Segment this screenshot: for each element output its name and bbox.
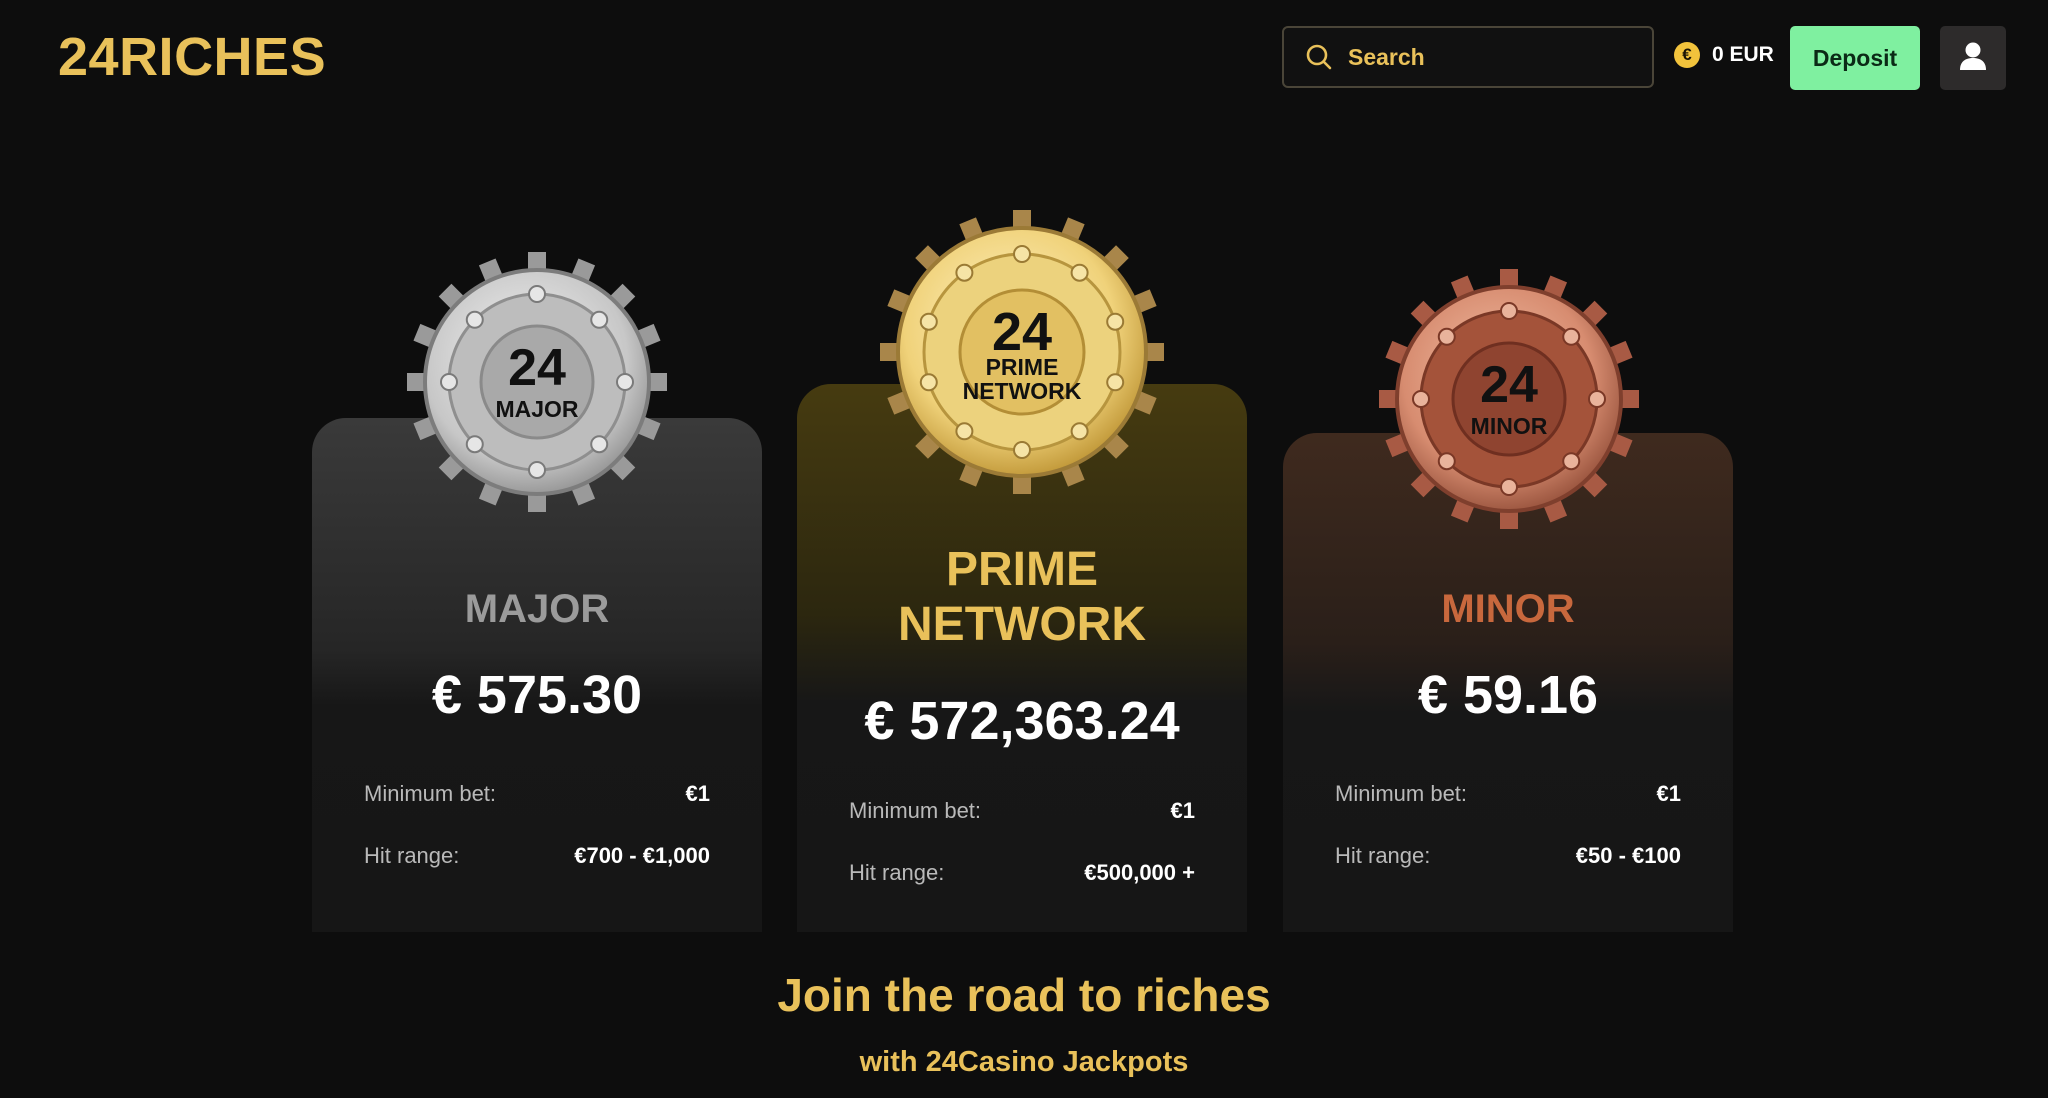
chip-bolt: [1588, 390, 1606, 408]
chip-number: 24: [1480, 356, 1538, 414]
jackpot-amount: € 572,363.24: [864, 691, 1180, 751]
user-icon: [1959, 41, 1987, 76]
chip-bolt: [955, 422, 974, 441]
min-bet-label: Minimum bet:: [849, 798, 982, 823]
logo[interactable]: 24RICHES: [58, 26, 326, 88]
chip-label-line2: NETWORK: [963, 378, 1082, 404]
chip-bolt: [465, 435, 484, 454]
chip-bolt: [590, 310, 609, 329]
euro-coin-icon: €: [1674, 42, 1700, 68]
major-chip-icon: 24 MAJOR: [407, 252, 667, 512]
chip-number: 24: [992, 302, 1052, 362]
chip-bolt: [1070, 422, 1089, 441]
search-icon: [1304, 42, 1334, 72]
jackpot-amount: € 575.30: [431, 665, 643, 725]
chip-bolt: [1013, 441, 1031, 459]
hit-range-value: €700 - €1,000: [574, 843, 710, 868]
min-bet-value: €1: [685, 781, 710, 806]
promo-subheading: with 24Casino Jackpots: [859, 1046, 1189, 1078]
chip-bolt: [528, 461, 546, 479]
chip-label: MINOR: [1471, 413, 1548, 439]
search-input[interactable]: [1346, 42, 1630, 72]
minor-chip-icon: 24 MINOR: [1379, 269, 1639, 529]
chip-bolt: [1106, 373, 1125, 392]
hit-range-row: Hit range: €700 - €1,000: [364, 843, 710, 869]
hit-range-label: Hit range:: [849, 860, 945, 885]
user-account-button[interactable]: [1940, 26, 2006, 90]
min-bet-value: €1: [1656, 781, 1681, 806]
jackpot-title: MINOR: [1441, 587, 1575, 631]
chip-bolt: [440, 373, 458, 391]
chip-bolt: [1013, 245, 1031, 263]
min-bet-row: Minimum bet: €1: [364, 781, 710, 807]
chip-label: MAJOR: [495, 396, 578, 422]
jackpot-title: PRIME NETWORK: [797, 542, 1247, 652]
chip-bolt: [1412, 390, 1430, 408]
jackpot-title-line1: PRIME: [945, 543, 1098, 596]
min-bet-row: Minimum bet: €1: [849, 798, 1195, 824]
hit-range-label: Hit range:: [1335, 843, 1431, 868]
chip-bolt: [919, 312, 938, 331]
min-bet-value: €1: [1170, 798, 1195, 823]
jackpot-title-line2: NETWORK: [898, 598, 1146, 652]
chip-bolt: [1562, 452, 1581, 471]
balance-amount: 0 EUR: [1712, 43, 1774, 66]
hit-range-label: Hit range:: [364, 843, 460, 868]
min-bet-label: Minimum bet:: [1335, 781, 1468, 806]
hit-range-row: Hit range: €500,000 +: [849, 860, 1195, 886]
chip-bolt: [528, 285, 546, 303]
min-bet-row: Minimum bet: €1: [1335, 781, 1681, 807]
chip-bolt: [1437, 452, 1456, 471]
chip-label-line1: PRIME: [986, 354, 1059, 380]
chip-bolt: [616, 373, 634, 391]
chip-number: 24: [508, 339, 566, 397]
chip-bolt: [1437, 327, 1456, 346]
deposit-button[interactable]: Deposit: [1790, 26, 1920, 90]
hit-range-value: €500,000 +: [1084, 860, 1195, 885]
chip-bolt: [1500, 478, 1518, 496]
prime-network-chip-icon: 24 PRIME NETWORK: [880, 210, 1164, 494]
search-box[interactable]: [1282, 26, 1654, 88]
top-bar: 24RICHES € 0 EUR Deposit: [0, 0, 2048, 116]
chip-bolt: [919, 373, 938, 392]
hit-range-row: Hit range: €50 - €100: [1335, 843, 1681, 869]
jackpot-amount: € 59.16: [1417, 665, 1599, 725]
chip-bolt: [1500, 302, 1518, 320]
jackpot-title: MAJOR: [464, 587, 610, 631]
chip-bolt: [590, 435, 609, 454]
min-bet-label: Minimum bet:: [364, 781, 497, 806]
chip-bolt: [1106, 312, 1125, 331]
promo-heading: Join the road to riches: [777, 969, 1271, 1021]
chip-bolt: [955, 263, 974, 282]
balance-display[interactable]: € 0 EUR: [1674, 42, 1774, 68]
chip-bolt: [1070, 263, 1089, 282]
hit-range-value: €50 - €100: [1575, 843, 1681, 868]
chip-bolt: [1562, 327, 1581, 346]
chip-bolt: [465, 310, 484, 329]
